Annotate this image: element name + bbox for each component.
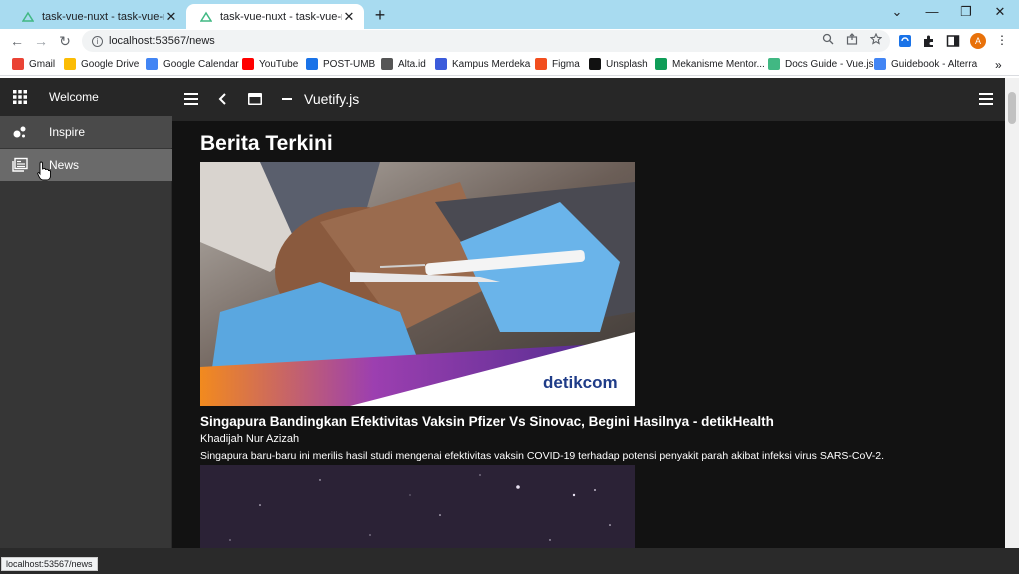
menu-hamburger-icon[interactable] <box>182 90 200 108</box>
bookmark-mekanisme-mentor[interactable]: Mekanisme Mentor... <box>655 58 765 70</box>
drawer-item-label: Inspire <box>49 125 86 139</box>
url-text[interactable]: localhost:53567/news <box>109 35 215 47</box>
bookmark-unsplash[interactable]: Unsplash <box>589 58 648 70</box>
article-headline[interactable]: Singapura Bandingkan Efektivitas Vaksin … <box>200 414 774 429</box>
close-tab-icon[interactable]: ✕ <box>164 9 178 25</box>
page-scrollbar[interactable] <box>1005 78 1019 548</box>
tab-title: task-vue-nuxt - task-vue-nuxt <box>42 10 164 23</box>
bookmark-post-umb[interactable]: POST-UMB <box>306 58 375 70</box>
app-footer <box>0 548 1019 574</box>
main-content: Berita Terkini detikcom Singapura Bandin… <box>172 121 1005 548</box>
extensions-puzzle-icon[interactable] <box>922 34 936 48</box>
chrome-menu-icon[interactable]: ⋮ <box>994 33 1010 47</box>
gmail-icon <box>12 58 24 70</box>
share-icon[interactable] <box>844 33 860 48</box>
vue-icon <box>768 58 780 70</box>
address-bar[interactable]: i localhost:53567/news <box>82 30 890 52</box>
drawer-title: Welcome <box>49 90 99 104</box>
bookmarks-bar: Gmail Google Drive Google Calendar YouTu… <box>0 54 1019 76</box>
app-title: Vuetify.js <box>304 91 360 107</box>
profile-avatar[interactable]: A <box>970 33 986 49</box>
bookmark-google-drive[interactable]: Google Drive <box>64 58 139 70</box>
minus-icon[interactable] <box>278 90 296 108</box>
detikcom-watermark: detikcom <box>543 373 618 392</box>
back-button[interactable]: ← <box>8 33 26 49</box>
new-tab-button[interactable]: + <box>372 5 388 25</box>
alta-icon <box>381 58 393 70</box>
sheets-icon <box>655 58 667 70</box>
right-drawer-menu-icon[interactable] <box>977 90 995 108</box>
close-tab-icon[interactable]: ✕ <box>342 9 356 25</box>
info-icon[interactable]: i <box>92 35 103 47</box>
forward-button[interactable]: → <box>32 33 50 49</box>
bookmark-vue-docs[interactable]: Docs Guide - Vue.js <box>768 58 874 70</box>
extension-sync-icon[interactable] <box>898 34 912 48</box>
side-panel-icon[interactable] <box>946 34 960 48</box>
drawer-item-label: News <box>49 158 80 172</box>
tab-title: task-vue-nuxt - task-vue-nuxt <box>220 10 342 23</box>
unsplash-icon <box>589 58 601 70</box>
kampus-merdeka-icon <box>435 58 447 70</box>
bookmark-youtube[interactable]: YouTube <box>242 58 298 70</box>
apps-grid-icon <box>13 90 27 104</box>
zoom-icon[interactable] <box>820 33 836 48</box>
hand-cursor-icon <box>37 161 51 181</box>
browser-tab-inactive[interactable]: task-vue-nuxt - task-vue-nuxt ✕ <box>8 4 186 29</box>
browser-tab-active[interactable]: task-vue-nuxt - task-vue-nuxt ✕ <box>186 4 364 29</box>
drawer-item-news[interactable]: News <box>0 149 172 181</box>
application-window-icon[interactable] <box>246 90 264 108</box>
bookmark-gmail[interactable]: Gmail <box>12 58 55 70</box>
vuetify-tab-icon <box>199 11 213 23</box>
vuetify-app: Welcome Inspire News Vuetify.js Berita T… <box>0 78 1019 574</box>
article-image <box>200 465 635 548</box>
bookmark-guidebook-alterra[interactable]: Guidebook - Alterra <box>874 58 977 70</box>
figma-icon <box>535 58 547 70</box>
link-status-tooltip: localhost:53567/news <box>1 557 98 571</box>
post-umb-icon <box>306 58 318 70</box>
youtube-icon <box>242 58 254 70</box>
restore-button[interactable]: ❐ <box>956 4 976 20</box>
navigation-drawer: Welcome Inspire News <box>0 78 172 548</box>
page-title: Berita Terkini <box>200 132 333 155</box>
bookmark-kampus-merdeka[interactable]: Kampus Merdeka <box>435 58 530 70</box>
drawer-header[interactable]: Welcome <box>0 78 172 116</box>
window-close-button[interactable]: ✕ <box>990 4 1010 20</box>
google-calendar-icon <box>146 58 158 70</box>
scrollbar-thumb[interactable] <box>1008 92 1016 124</box>
reload-button[interactable]: ↻ <box>56 33 74 50</box>
app-bar: Vuetify.js <box>172 78 1005 121</box>
article-image: detikcom <box>200 162 635 406</box>
drawer-item-inspire[interactable]: Inspire <box>0 116 172 148</box>
docs-icon <box>874 58 886 70</box>
bookmark-google-calendar[interactable]: Google Calendar <box>146 58 239 70</box>
bubbles-icon <box>13 126 26 138</box>
bookmark-star-icon[interactable] <box>868 32 884 48</box>
bookmarks-overflow-button[interactable]: » <box>995 58 1002 72</box>
tab-strip: task-vue-nuxt - task-vue-nuxt ✕ task-vue… <box>0 0 1019 29</box>
article-description: Singapura baru-baru ini merilis hasil st… <box>200 450 885 462</box>
newspaper-icon <box>12 157 28 172</box>
toolbar: ← → ↻ i localhost:53567/news A ⋮ <box>0 29 1019 54</box>
minimize-button[interactable]: — <box>922 4 942 19</box>
bookmark-alta[interactable]: Alta.id <box>381 58 426 70</box>
google-drive-icon <box>64 58 76 70</box>
chevron-left-icon[interactable] <box>214 90 232 108</box>
article-author: Khadijah Nur Azizah <box>200 433 300 445</box>
bookmark-figma[interactable]: Figma <box>535 58 580 70</box>
vuetify-tab-icon <box>21 11 35 23</box>
tab-search-icon[interactable]: ⌄ <box>887 4 907 20</box>
